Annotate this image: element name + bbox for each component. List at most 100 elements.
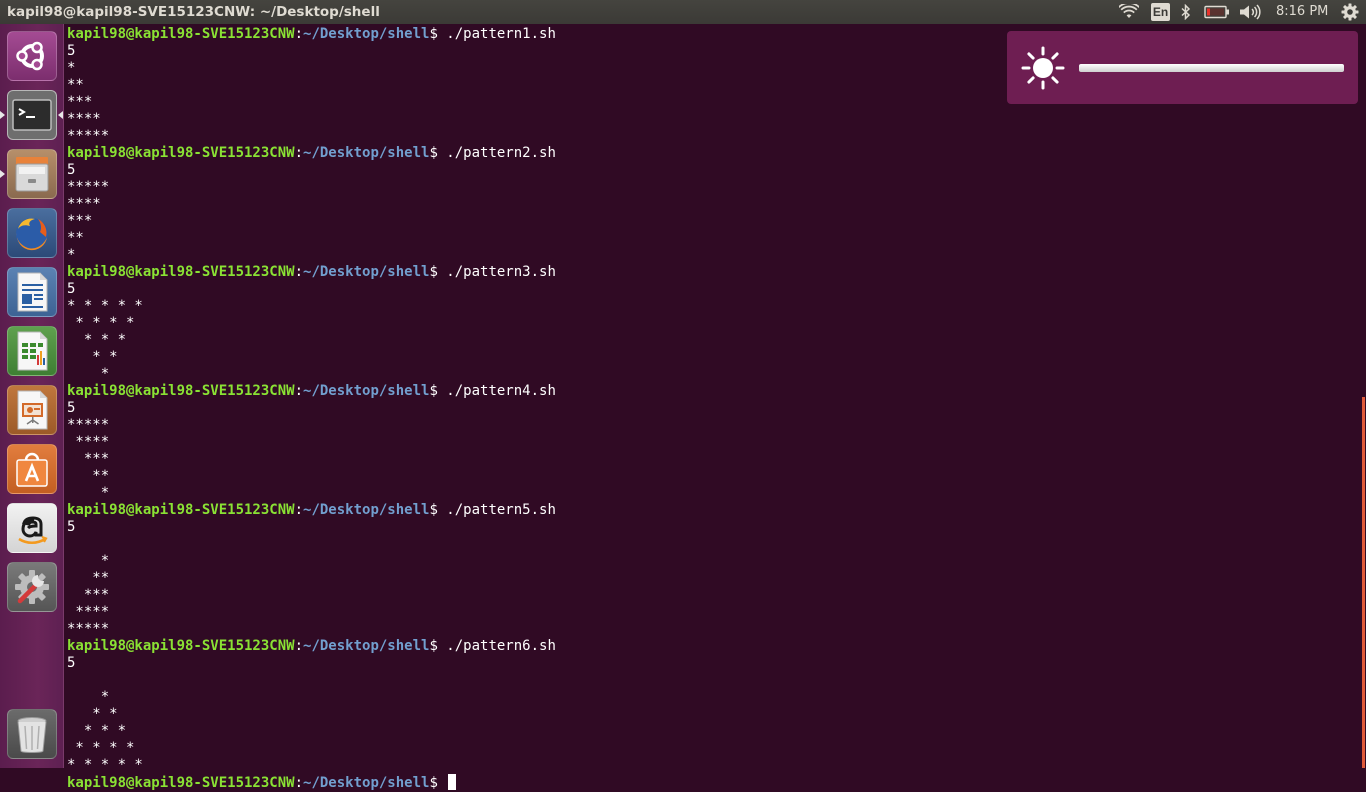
trash-icon xyxy=(17,717,47,753)
terminal-output-line: * * * * xyxy=(67,740,135,756)
terminal-output-line: ***** xyxy=(67,417,110,433)
terminal-output-line: **** xyxy=(67,111,101,127)
terminal-prompt-line: kapil98@kapil98-SVE15123CNW:~/Desktop/sh… xyxy=(67,26,556,43)
settings-gear-icon[interactable] xyxy=(1338,0,1362,24)
terminal-prompt-line: kapil98@kapil98-SVE15123CNW:~/Desktop/sh… xyxy=(67,638,556,655)
terminal-output-line: ***** xyxy=(67,128,110,144)
wifi-icon[interactable] xyxy=(1116,0,1142,24)
launcher-item-firefox[interactable] xyxy=(7,208,57,258)
terminal-prompt-line: kapil98@kapil98-SVE15123CNW:~/Desktop/sh… xyxy=(67,502,556,519)
terminal-output-line: * * xyxy=(67,706,118,722)
terminal-output-line: ** xyxy=(67,468,110,484)
prompt-separator: : xyxy=(294,26,304,42)
terminal-running-indicator xyxy=(0,111,5,119)
top-panel: kapil98@kapil98-SVE15123CNW: ~/Desktop/s… xyxy=(0,0,1366,24)
terminal-prompt-line: kapil98@kapil98-SVE15123CNW:~/Desktop/sh… xyxy=(67,383,556,400)
clock[interactable]: 8:16 PM xyxy=(1276,4,1328,20)
launcher-item-system-settings[interactable] xyxy=(7,562,57,612)
prompt-command: $ ./pattern1.sh xyxy=(429,26,556,42)
prompt-user-host: kapil98@kapil98-SVE15123CNW xyxy=(67,638,295,654)
terminal-output-line: * xyxy=(67,366,110,382)
settings-tools-icon xyxy=(15,570,49,604)
launcher-item-libreoffice-writer[interactable] xyxy=(7,267,57,317)
prompt-user-host: kapil98@kapil98-SVE15123CNW xyxy=(67,775,295,791)
launcher xyxy=(0,24,64,768)
prompt-command: $ ./pattern4.sh xyxy=(429,383,556,399)
prompt-user-host: kapil98@kapil98-SVE15123CNW xyxy=(67,264,295,280)
terminal-focused-indicator xyxy=(58,111,63,119)
brightness-level-fill xyxy=(1079,64,1344,72)
files-running-indicator xyxy=(0,170,5,178)
window-edge-accent xyxy=(1362,397,1365,768)
bluetooth-icon[interactable] xyxy=(1178,0,1194,24)
terminal-output-line: 5 xyxy=(67,162,76,178)
amazon-icon xyxy=(18,516,48,545)
impress-presentation-icon xyxy=(17,390,48,430)
terminal-output-line: * * * * xyxy=(67,315,135,331)
brightness-osd xyxy=(1007,31,1358,104)
terminal-prompt-line: kapil98@kapil98-SVE15123CNW:~/Desktop/sh… xyxy=(67,774,556,792)
writer-document-icon xyxy=(17,272,48,312)
battery-icon[interactable] xyxy=(1202,0,1232,24)
terminal-output-line: * * xyxy=(67,349,118,365)
terminal-output-line: *** xyxy=(67,94,93,110)
prompt-command: $ ./pattern3.sh xyxy=(429,264,556,280)
launcher-item-ubuntu-software[interactable] xyxy=(7,444,57,494)
launcher-item-amazon[interactable] xyxy=(7,503,57,553)
prompt-path: ~/Desktop/shell xyxy=(303,145,430,161)
prompt-path: ~/Desktop/shell xyxy=(303,502,430,518)
terminal-output-line: **** xyxy=(67,196,101,212)
terminal-output-line: * * * * * xyxy=(67,757,143,773)
terminal-output-line: * xyxy=(67,485,110,501)
terminal-output[interactable]: kapil98@kapil98-SVE15123CNW:~/Desktop/sh… xyxy=(67,26,556,792)
terminal-output-line: *** xyxy=(67,213,93,229)
file-cabinet-icon xyxy=(15,157,49,192)
terminal-output-line: * * * * * xyxy=(67,298,143,314)
prompt-separator: : xyxy=(294,638,304,654)
prompt-separator: : xyxy=(294,502,304,518)
terminal-output-line: **** xyxy=(67,434,110,450)
launcher-item-files[interactable] xyxy=(7,149,57,199)
launcher-item-terminal[interactable] xyxy=(7,90,57,140)
terminal-output-line: 5 xyxy=(67,519,76,535)
terminal-prompt-line: kapil98@kapil98-SVE15123CNW:~/Desktop/sh… xyxy=(67,145,556,162)
terminal-output-line: ***** xyxy=(67,179,110,195)
software-bag-icon xyxy=(16,452,48,487)
prompt-command: $ ./pattern2.sh xyxy=(429,145,556,161)
keyboard-language-indicator[interactable]: En xyxy=(1151,3,1170,21)
terminal-output-line: *** xyxy=(67,451,110,467)
brightness-sun-icon xyxy=(1021,46,1065,90)
ubuntu-logo-icon xyxy=(16,41,44,71)
launcher-item-trash[interactable] xyxy=(7,709,57,759)
terminal-window[interactable]: kapil98@kapil98-SVE15123CNW:~/Desktop/sh… xyxy=(65,24,1366,791)
terminal-output-line: *** xyxy=(67,587,110,603)
prompt-path: ~/Desktop/shell xyxy=(303,383,430,399)
prompt-user-host: kapil98@kapil98-SVE15123CNW xyxy=(67,502,295,518)
volume-icon[interactable] xyxy=(1238,0,1262,24)
window-title: kapil98@kapil98-SVE15123CNW: ~/Desktop/s… xyxy=(7,4,380,20)
terminal-output-line: ** xyxy=(67,230,84,246)
terminal-output-line: * xyxy=(67,553,110,569)
terminal-cursor xyxy=(448,774,457,790)
terminal-output-line: * xyxy=(67,60,76,76)
prompt-command: $ ./pattern5.sh xyxy=(429,502,556,518)
prompt-user-host: kapil98@kapil98-SVE15123CNW xyxy=(67,383,295,399)
prompt-separator: : xyxy=(294,145,304,161)
terminal-output-line: * xyxy=(67,689,110,705)
prompt-user-host: kapil98@kapil98-SVE15123CNW xyxy=(67,145,295,161)
firefox-icon xyxy=(16,218,48,251)
prompt-path: ~/Desktop/shell xyxy=(303,775,430,791)
terminal-prompt-line: kapil98@kapil98-SVE15123CNW:~/Desktop/sh… xyxy=(67,264,556,281)
launcher-item-ubuntu-dash[interactable] xyxy=(7,31,57,81)
launcher-item-libreoffice-impress[interactable] xyxy=(7,385,57,435)
terminal-output-line: **** xyxy=(67,604,110,620)
terminal-output-line: ***** xyxy=(67,621,110,637)
prompt-path: ~/Desktop/shell xyxy=(303,638,430,654)
terminal-output-line: * xyxy=(67,247,76,263)
terminal-output-line: 5 xyxy=(67,400,76,416)
launcher-item-libreoffice-calc[interactable] xyxy=(7,326,57,376)
prompt-separator: : xyxy=(294,264,304,280)
calc-spreadsheet-icon xyxy=(17,331,48,371)
